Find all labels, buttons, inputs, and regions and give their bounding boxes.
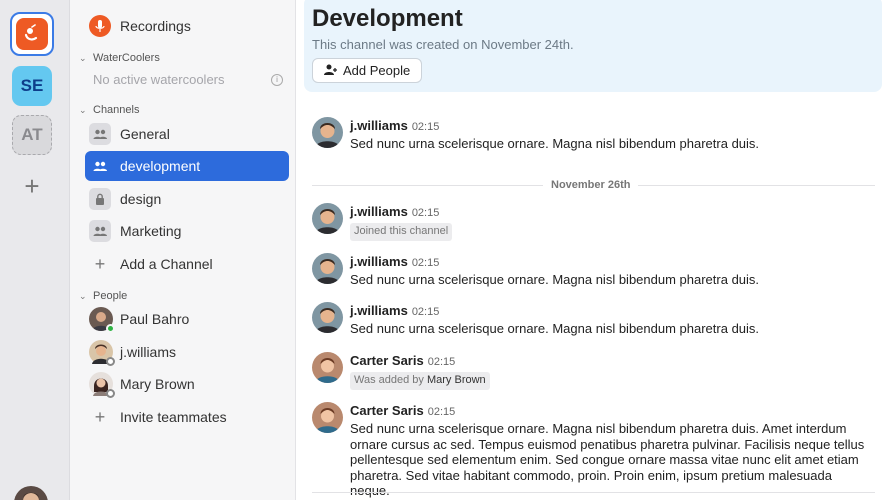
message-time: 02:15 bbox=[411, 306, 440, 318]
info-icon[interactable]: i bbox=[271, 73, 283, 86]
avatar bbox=[89, 372, 115, 398]
add-channel-button[interactable]: + Add a Channel bbox=[85, 249, 289, 279]
chevron-down-icon: ⌄ bbox=[79, 52, 87, 63]
message-body: Joined this channel bbox=[350, 222, 872, 241]
message-author[interactable]: Carter Saris bbox=[350, 403, 424, 418]
avatar[interactable] bbox=[312, 302, 343, 333]
sidebar-item-label: Mary Brown bbox=[120, 376, 195, 392]
sidebar-item-general[interactable]: General bbox=[85, 119, 289, 149]
empty-state-text: No active watercoolers bbox=[93, 72, 225, 87]
message-author[interactable]: j.williams bbox=[350, 254, 408, 269]
add-people-button[interactable]: Add People bbox=[312, 58, 423, 83]
workspace-label: AT bbox=[21, 125, 43, 144]
sidebar-item-label: design bbox=[120, 191, 162, 207]
online-status-icon bbox=[106, 324, 115, 333]
message-text: Sed nunc urna scelerisque ornare. Magna … bbox=[350, 321, 760, 336]
message-time: 02:15 bbox=[427, 406, 456, 418]
offline-status-icon bbox=[106, 389, 115, 398]
add-person-icon bbox=[324, 64, 337, 78]
message-author[interactable]: Carter Saris bbox=[350, 353, 424, 368]
chevron-down-icon: ⌄ bbox=[79, 290, 87, 301]
sidebar-item-marketing[interactable]: Marketing bbox=[85, 216, 289, 246]
lock-icon bbox=[89, 188, 111, 210]
channel-view: Development This channel was created on … bbox=[297, 0, 888, 500]
app-logo-icon bbox=[16, 18, 48, 50]
sidebar-item-label: Recordings bbox=[120, 18, 191, 34]
microphone-icon bbox=[89, 15, 111, 37]
sidebar-item-label: Paul Bahro bbox=[120, 311, 190, 327]
people-icon bbox=[89, 123, 111, 145]
workspace-current[interactable] bbox=[10, 12, 54, 56]
chevron-down-icon: ⌄ bbox=[79, 104, 87, 115]
message-text: Sed nunc urna scelerisque ornare. Magna … bbox=[350, 136, 760, 151]
sidebar-person-paul-bahro[interactable]: Paul Bahro bbox=[85, 304, 289, 334]
message-header: j.williams 02:15 bbox=[350, 303, 439, 318]
plus-icon: + bbox=[94, 253, 106, 274]
avatar[interactable] bbox=[312, 117, 343, 148]
message-body: Was added by Mary Brown bbox=[350, 371, 872, 390]
message-time: 02:15 bbox=[411, 257, 440, 269]
watercoolers-empty: No active watercoolers i bbox=[93, 72, 283, 87]
message-time: 02:15 bbox=[411, 121, 440, 133]
section-header-label: Channels bbox=[93, 104, 140, 116]
avatar[interactable] bbox=[312, 253, 343, 284]
avatar bbox=[89, 307, 115, 333]
sidebar-item-design[interactable]: design bbox=[85, 184, 289, 214]
sidebar-item-label: Marketing bbox=[120, 223, 182, 239]
sidebar: Recordings ⌄ WaterCoolers No active wate… bbox=[70, 0, 296, 500]
message-header: j.williams 02:15 bbox=[350, 254, 439, 269]
message-time: 02:15 bbox=[411, 207, 440, 219]
section-header-people[interactable]: ⌄ People bbox=[79, 290, 127, 302]
avatar bbox=[89, 340, 115, 366]
avatar[interactable] bbox=[312, 203, 343, 234]
message-author[interactable]: j.williams bbox=[350, 118, 408, 133]
sidebar-person-j-williams[interactable]: j.williams bbox=[85, 337, 289, 367]
invite-teammates-button[interactable]: + Invite teammates bbox=[85, 402, 289, 432]
add-people-label: Add People bbox=[343, 63, 411, 78]
avatar[interactable] bbox=[312, 352, 343, 383]
sidebar-item-recordings[interactable]: Recordings bbox=[85, 11, 289, 41]
message-header: j.williams 02:15 bbox=[350, 118, 439, 133]
workspace-at[interactable]: AT bbox=[12, 115, 52, 155]
system-event-badge: Joined this channel bbox=[350, 223, 453, 241]
section-header-label: WaterCoolers bbox=[93, 52, 160, 64]
message-header: Carter Saris 02:15 bbox=[350, 403, 455, 418]
people-icon bbox=[89, 220, 111, 242]
plus-icon: + bbox=[24, 170, 40, 201]
section-header-channels[interactable]: ⌄ Channels bbox=[79, 104, 139, 116]
sidebar-item-development[interactable]: development bbox=[85, 151, 289, 181]
channel-title: Development bbox=[312, 5, 463, 32]
sidebar-item-label: General bbox=[120, 126, 170, 142]
sidebar-item-label: development bbox=[120, 158, 201, 174]
message-text: Sed nunc urna scelerisque ornare. Magna … bbox=[350, 272, 760, 287]
channel-created-text: This channel was created on November 24t… bbox=[312, 37, 574, 52]
message-header: j.williams 02:15 bbox=[350, 204, 439, 219]
workspace-label: SE bbox=[20, 76, 44, 95]
system-event-actor[interactable]: Mary Brown bbox=[427, 374, 486, 386]
workspace-se[interactable]: SE bbox=[12, 66, 52, 106]
channel-header: Development This channel was created on … bbox=[304, 0, 882, 92]
add-workspace-button[interactable]: + bbox=[12, 166, 52, 206]
people-icon bbox=[89, 155, 111, 177]
section-header-watercoolers[interactable]: ⌄ WaterCoolers bbox=[79, 52, 160, 64]
system-event-badge: Was added by Mary Brown bbox=[350, 372, 490, 390]
message-text: Sed nunc urna scelerisque ornare. Magna … bbox=[350, 421, 865, 498]
message-header: Carter Saris 02:15 bbox=[350, 353, 455, 368]
offline-status-icon bbox=[106, 357, 115, 366]
message-time: 02:15 bbox=[427, 356, 456, 368]
composer-divider bbox=[312, 492, 875, 493]
date-divider-label: November 26th bbox=[543, 179, 639, 191]
plus-icon: + bbox=[94, 406, 106, 427]
sidebar-person-mary-brown[interactable]: Mary Brown bbox=[85, 369, 289, 399]
current-user-avatar[interactable] bbox=[14, 486, 48, 500]
avatar[interactable] bbox=[312, 402, 343, 433]
section-header-label: People bbox=[93, 290, 128, 302]
workspace-rail: SE AT + bbox=[0, 0, 70, 500]
message-author[interactable]: j.williams bbox=[350, 204, 408, 219]
sidebar-item-label: Invite teammates bbox=[120, 409, 227, 425]
message-author[interactable]: j.williams bbox=[350, 303, 408, 318]
sidebar-item-label: Add a Channel bbox=[120, 256, 213, 272]
system-event-text: Was added by bbox=[354, 374, 424, 386]
sidebar-item-label: j.williams bbox=[120, 344, 176, 360]
